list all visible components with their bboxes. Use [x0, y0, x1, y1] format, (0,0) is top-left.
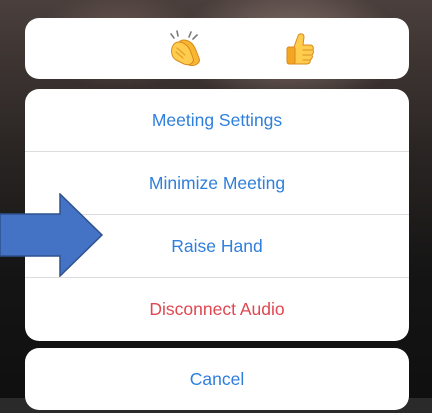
- thumbs-up-emoji-icon[interactable]: [279, 28, 319, 68]
- meeting-settings-button[interactable]: Meeting Settings: [25, 89, 409, 152]
- clap-emoji-icon[interactable]: [165, 28, 205, 68]
- cancel-button[interactable]: Cancel: [25, 348, 409, 410]
- reactions-panel: [25, 18, 409, 79]
- disconnect-audio-button[interactable]: Disconnect Audio: [25, 278, 409, 341]
- right-arrow-icon: [0, 193, 104, 277]
